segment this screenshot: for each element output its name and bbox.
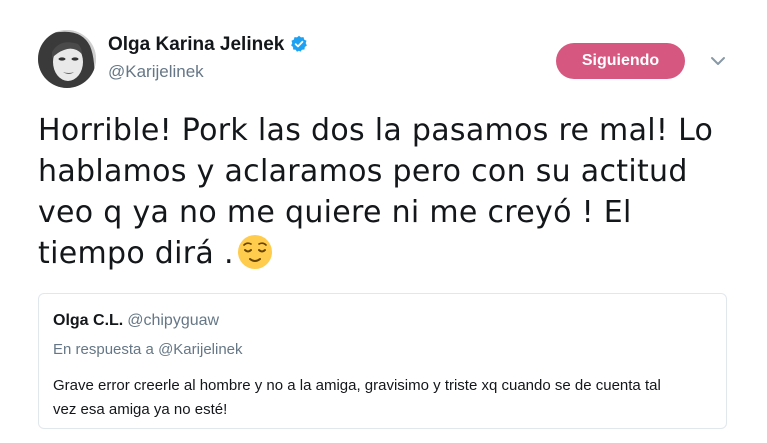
author-name[interactable]: Olga Karina Jelinek [108,34,308,59]
author-handle[interactable]: @Karijelinek [108,62,204,82]
verified-badge-icon [290,35,308,59]
quoted-tweet-card[interactable]: Olga C.L. @chipyguaw En respuesta a @Kari… [38,293,727,429]
quoted-author-handle[interactable]: @chipyguaw [127,312,219,329]
author-name-text[interactable]: Olga Karina Jelinek [108,34,284,55]
avatar[interactable] [38,30,96,88]
tweet-body: Horrible! Pork las dos la pasamos re mal… [38,113,714,271]
tweet-text: Horrible! Pork las dos la pasamos re mal… [38,110,738,282]
chevron-down-icon[interactable] [708,53,728,69]
quoted-tweet-text: Grave error creerle al hombre y no a la … [53,377,661,418]
reply-prefix: En respuesta a [53,341,154,358]
reply-context: En respuesta a @Karijelinek [53,341,243,358]
reply-to-handle[interactable]: @Karijelinek [158,341,242,358]
following-button[interactable]: Siguiendo [556,43,685,79]
relieved-face-emoji-icon [236,233,274,282]
quoted-author-name[interactable]: Olga C.L. [53,312,123,329]
quoted-author[interactable]: Olga C.L. @chipyguaw [53,312,219,330]
